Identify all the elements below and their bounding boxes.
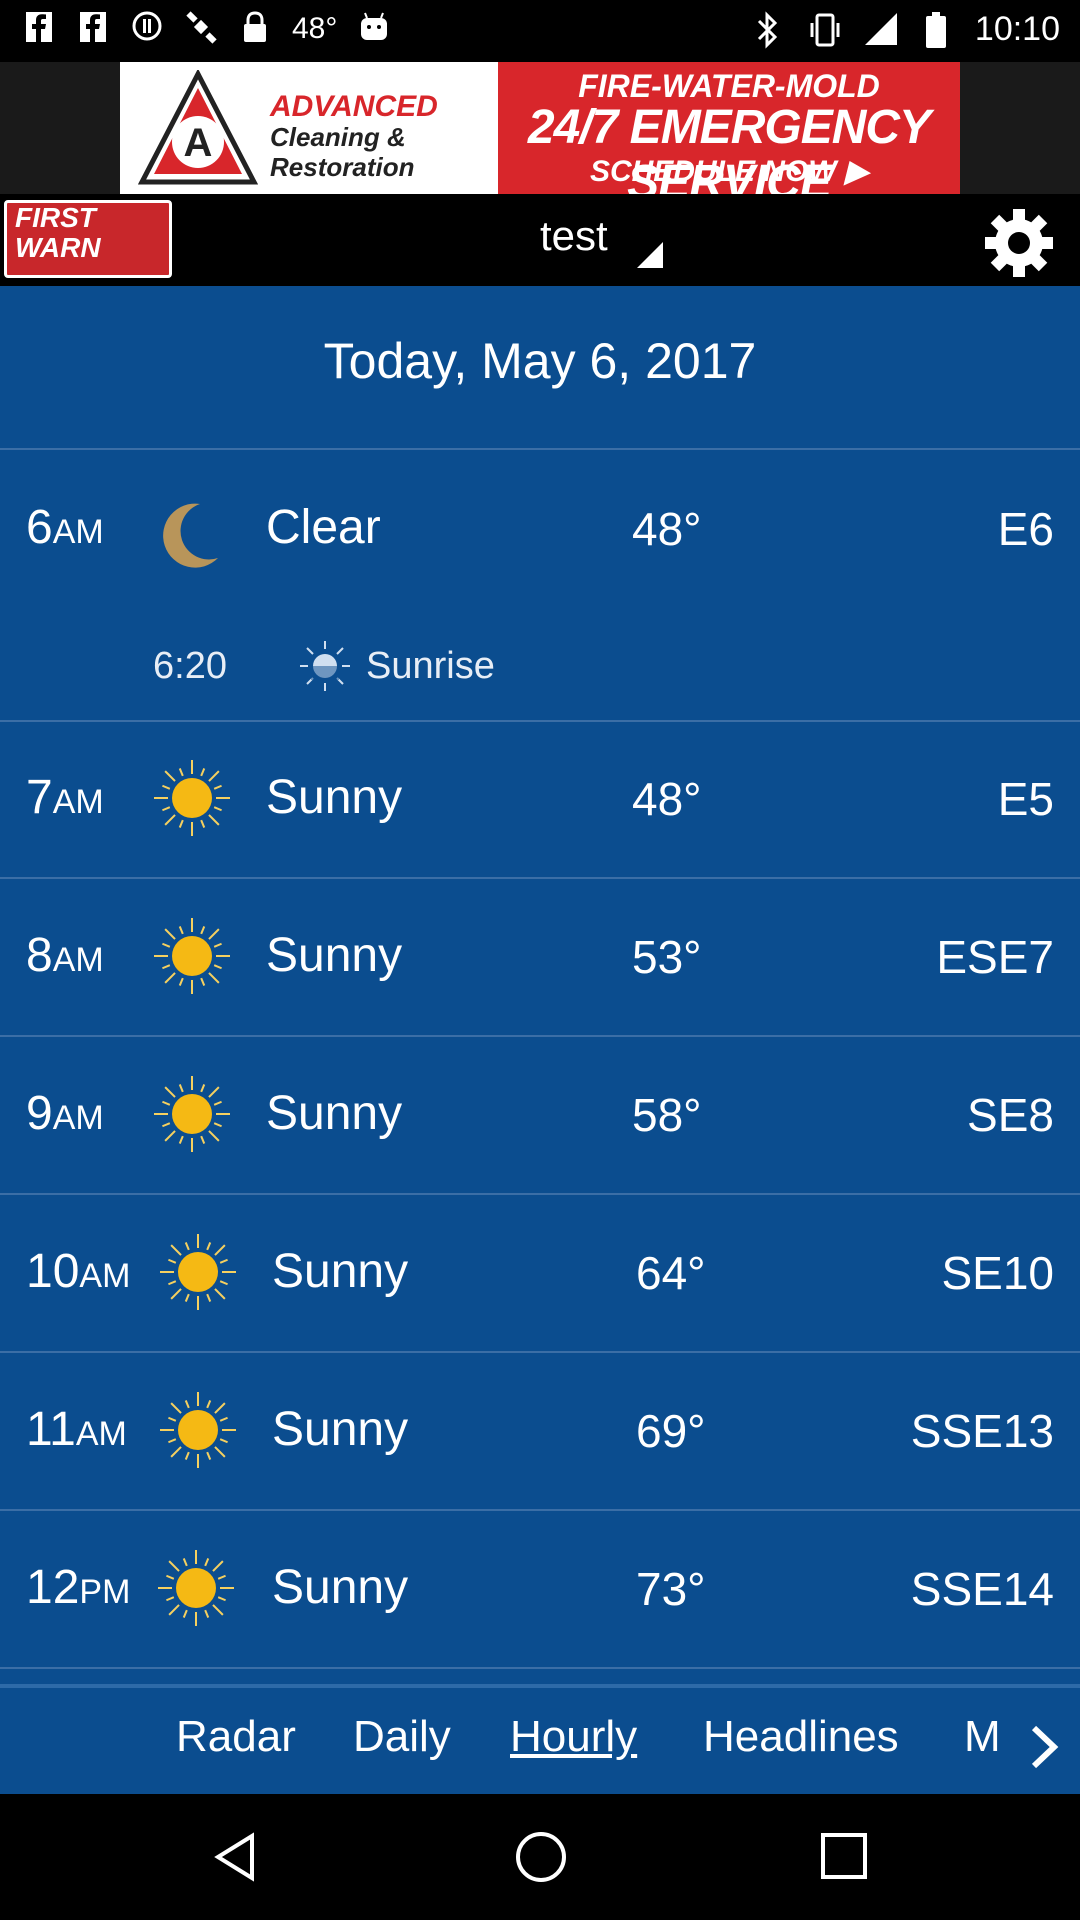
- hour-row-9am[interactable]: 9AM Sunny 58° SE8: [0, 1036, 1080, 1195]
- sun-icon: [154, 760, 230, 836]
- hour-time: 7AM: [26, 771, 104, 824]
- facebook-icon: [76, 10, 110, 48]
- hour-temp: 53°: [632, 931, 702, 983]
- status-temp: 48°: [292, 12, 338, 45]
- ad-left-line2: Cleaning & Restoration: [270, 122, 415, 182]
- hour-time: 8AM: [26, 929, 104, 982]
- ad-banner[interactable]: A ADVANCED Cleaning & Restoration FIRE-WA…: [0, 62, 1080, 209]
- hour-row-10am[interactable]: 10AM Sunny 64° SE10: [0, 1194, 1080, 1353]
- hour-temp: 48°: [632, 773, 702, 825]
- chevron-right-icon[interactable]: [1024, 1722, 1064, 1772]
- settings-gear-icon[interactable]: [984, 208, 1054, 278]
- ad-left-line1: ADVANCED: [270, 90, 438, 123]
- hour-wind: ESE7: [936, 931, 1054, 983]
- hour-wind: SSE13: [910, 1405, 1054, 1457]
- hour-time: 11AM: [26, 1403, 127, 1456]
- sunrise-time: 6:20: [153, 645, 227, 687]
- sunrise-event: 6:20 Sunrise: [0, 641, 1080, 705]
- vibrate-icon: [807, 11, 841, 49]
- first-warn-logo: FIRST WARN: [4, 200, 172, 278]
- satellite-icon: [184, 10, 218, 48]
- date-title: Today, May 6, 2017: [323, 333, 757, 389]
- battery-icon: [919, 11, 953, 49]
- ad-schedule-now[interactable]: SCHEDULE NOW ▶: [498, 154, 960, 189]
- sun-icon: [154, 918, 230, 994]
- hour-condition: Sunny: [272, 1561, 409, 1614]
- hour-time: 6AM: [26, 501, 104, 554]
- tab-daily[interactable]: Daily: [353, 1712, 451, 1762]
- hour-condition: Sunny: [266, 929, 403, 982]
- hour-temp: 48°: [632, 503, 702, 555]
- hour-temp: 73°: [636, 1563, 706, 1615]
- sun-icon: [160, 1392, 236, 1468]
- location-selector[interactable]: test: [540, 212, 608, 260]
- sun-icon: [154, 1076, 230, 1152]
- hour-wind: E6: [997, 503, 1054, 555]
- hour-row-8am[interactable]: 8AM Sunny 53° ESE7: [0, 878, 1080, 1037]
- dropdown-triangle-icon[interactable]: [633, 240, 665, 270]
- ad-logo-icon: A: [138, 70, 258, 185]
- back-icon[interactable]: [212, 1832, 262, 1882]
- ad-cta-panel[interactable]: FIRE-WATER-MOLD 24/7 EMERGENCY SERVICE S…: [498, 62, 960, 209]
- hour-time: 10AM: [26, 1245, 131, 1298]
- home-icon[interactable]: [514, 1830, 568, 1884]
- hour-temp: 64°: [636, 1247, 706, 1299]
- date-header: Today, May 6, 2017: [0, 288, 1080, 450]
- hour-wind: SE8: [967, 1089, 1054, 1141]
- moon-icon: [163, 503, 218, 568]
- hour-condition: Sunny: [272, 1403, 409, 1456]
- tab-hourly[interactable]: Hourly: [510, 1712, 637, 1762]
- app-header: FIRST WARN test: [0, 194, 1080, 286]
- hour-condition: Clear: [266, 501, 381, 554]
- bottom-tab-bar: Radar Daily Hourly Headlines M: [0, 1684, 1080, 1798]
- sun-icon: [160, 1234, 236, 1310]
- hour-row-11am[interactable]: 11AM Sunny 69° SSE13: [0, 1352, 1080, 1511]
- hour-condition: Sunny: [272, 1245, 409, 1298]
- tab-more[interactable]: M: [964, 1712, 1001, 1762]
- tab-headlines[interactable]: Headlines: [703, 1712, 899, 1762]
- sunrise-label: Sunrise: [366, 645, 495, 687]
- android-icon: [357, 10, 391, 48]
- hour-wind: SE10: [941, 1247, 1054, 1299]
- recents-icon[interactable]: [820, 1832, 868, 1880]
- system-nav-bar: [0, 1794, 1080, 1920]
- info-circle-icon: [130, 10, 164, 48]
- bluetooth-icon: [751, 10, 785, 49]
- sun-icon: [158, 1550, 234, 1626]
- svg-text:A: A: [184, 121, 213, 165]
- hour-time: 12PM: [26, 1561, 131, 1614]
- status-bar: 48° 10:10: [0, 0, 1080, 62]
- signal-icon: [863, 11, 897, 49]
- hour-temp: 69°: [636, 1405, 706, 1457]
- hour-condition: Sunny: [266, 771, 403, 824]
- tab-radar[interactable]: Radar: [176, 1712, 296, 1762]
- hour-row-12pm[interactable]: 12PM Sunny 73° SSE14: [0, 1510, 1080, 1669]
- hour-wind: E5: [997, 773, 1054, 825]
- status-time: 10:10: [974, 10, 1060, 48]
- hour-wind: SSE14: [910, 1563, 1054, 1615]
- hour-row-7am[interactable]: 7AM Sunny 48° E5: [0, 720, 1080, 879]
- sunrise-icon: [300, 641, 350, 691]
- ad-logo-panel[interactable]: A ADVANCED Cleaning & Restoration: [120, 62, 498, 194]
- facebook-icon: [22, 10, 56, 48]
- hour-time: 9AM: [26, 1087, 104, 1140]
- hour-condition: Sunny: [266, 1087, 403, 1140]
- lock-icon: [238, 10, 272, 48]
- hour-temp: 58°: [632, 1089, 702, 1141]
